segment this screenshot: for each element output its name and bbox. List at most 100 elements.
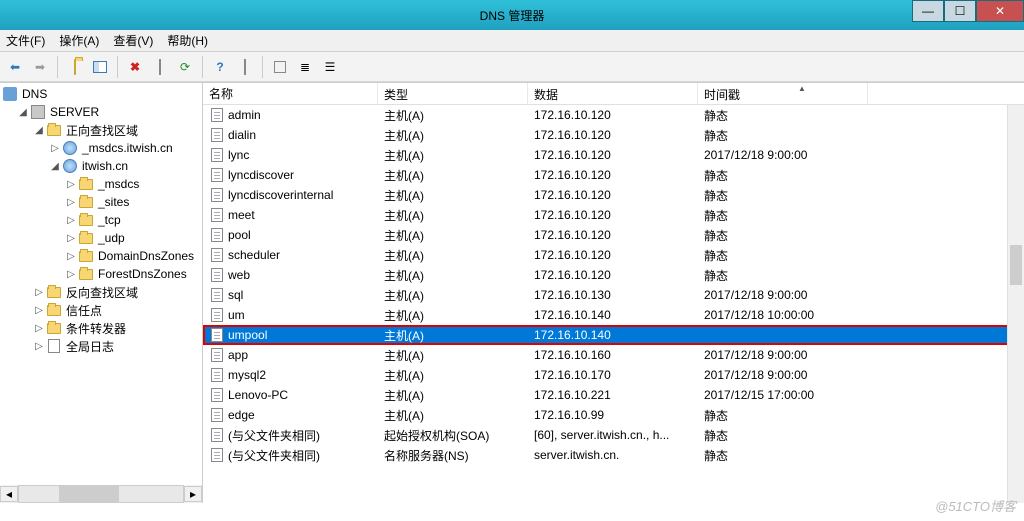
record-row[interactable]: scheduler主机(A)172.16.10.120静态 xyxy=(203,245,1024,265)
show-hide-button[interactable] xyxy=(89,56,111,78)
tree-sub-sites[interactable]: ▷_sites xyxy=(0,193,202,211)
watermark: @51CTO博客 xyxy=(935,496,1016,515)
record-time: 2017/12/18 9:00:00 xyxy=(698,348,868,362)
up-button[interactable] xyxy=(64,56,86,78)
record-data: 172.16.10.130 xyxy=(528,288,698,302)
find-icon xyxy=(244,60,246,74)
record-type: 主机(A) xyxy=(378,207,528,224)
maximize-button[interactable]: ☐ xyxy=(944,0,976,22)
folder-icon xyxy=(79,233,93,244)
tree-domain-zone[interactable]: ◢itwish.cn xyxy=(0,157,202,175)
delete-button[interactable]: ✖ xyxy=(124,56,146,78)
menu-help[interactable]: 帮助(H) xyxy=(167,32,208,49)
tree-sub-udp[interactable]: ▷_udp xyxy=(0,229,202,247)
record-row[interactable]: web主机(A)172.16.10.120静态 xyxy=(203,265,1024,285)
tree-sub-msdcs[interactable]: ▷_msdcs xyxy=(0,175,202,193)
content-area: DNS ◢SERVER ◢正向查找区域 ▷_msdcs.itwish.cn ◢i… xyxy=(0,82,1024,503)
record-row[interactable]: umpool主机(A)172.16.10.140 xyxy=(203,325,1024,345)
record-row[interactable]: sql主机(A)172.16.10.1302017/12/18 9:00:00 xyxy=(203,285,1024,305)
col-data[interactable]: 数据 xyxy=(528,83,698,104)
record-name: pool xyxy=(228,228,251,242)
record-row[interactable]: lyncdiscover主机(A)172.16.10.120静态 xyxy=(203,165,1024,185)
tree-sub-tcp[interactable]: ▷_tcp xyxy=(0,211,202,229)
refresh-button[interactable]: ⟳ xyxy=(174,56,196,78)
tree-server[interactable]: ◢SERVER xyxy=(0,103,202,121)
record-row[interactable]: Lenovo-PC主机(A)172.16.10.2212017/12/15 17… xyxy=(203,385,1024,405)
record-time: 静态 xyxy=(698,247,868,264)
list-vscrollbar[interactable] xyxy=(1007,105,1024,503)
panel-icon xyxy=(93,61,107,73)
record-row[interactable]: lync主机(A)172.16.10.1202017/12/18 9:00:00 xyxy=(203,145,1024,165)
arrow-right-icon: ➡ xyxy=(35,60,45,74)
record-row[interactable]: dialin主机(A)172.16.10.120静态 xyxy=(203,125,1024,145)
tree-sub-domaindns[interactable]: ▷DomainDnsZones xyxy=(0,247,202,265)
close-button[interactable]: ✕ xyxy=(976,0,1024,22)
help-icon: ? xyxy=(216,60,223,74)
tree-sub-forestdns[interactable]: ▷ForestDnsZones xyxy=(0,265,202,283)
tree-conditional-fwd[interactable]: ▷条件转发器 xyxy=(0,319,202,337)
record-name: dialin xyxy=(228,128,256,142)
record-icon xyxy=(209,267,225,283)
record-icon xyxy=(209,287,225,303)
record-name: web xyxy=(228,268,250,282)
tree-msdcs-zone[interactable]: ▷_msdcs.itwish.cn xyxy=(0,139,202,157)
filter-button[interactable] xyxy=(269,56,291,78)
record-row[interactable]: mysql2主机(A)172.16.10.1702017/12/18 9:00:… xyxy=(203,365,1024,385)
tree-reverse-zone[interactable]: ▷反向查找区域 xyxy=(0,283,202,301)
minimize-button[interactable]: — xyxy=(912,0,944,22)
folder-icon xyxy=(79,269,93,280)
refresh-icon: ⟳ xyxy=(180,60,190,74)
record-row[interactable]: pool主机(A)172.16.10.120静态 xyxy=(203,225,1024,245)
title-bar: DNS 管理器 — ☐ ✕ xyxy=(0,0,1024,30)
menu-action[interactable]: 操作(A) xyxy=(59,32,99,49)
record-row[interactable]: (与父文件夹相同)起始授权机构(SOA)[60], server.itwish.… xyxy=(203,425,1024,445)
menu-file[interactable]: 文件(F) xyxy=(6,32,45,49)
record-time: 2017/12/18 9:00:00 xyxy=(698,288,868,302)
arrow-left-icon: ⬅ xyxy=(10,60,20,74)
record-time: 静态 xyxy=(698,427,868,444)
tree-forward-zone[interactable]: ◢正向查找区域 xyxy=(0,121,202,139)
record-row[interactable]: (与父文件夹相同)名称服务器(NS)server.itwish.cn.静态 xyxy=(203,445,1024,465)
col-time[interactable]: 时间戳 xyxy=(698,83,868,104)
window-title: DNS 管理器 xyxy=(480,7,545,24)
record-data: 172.16.10.120 xyxy=(528,208,698,222)
tree-trust-points[interactable]: ▷信任点 xyxy=(0,301,202,319)
record-row[interactable]: um主机(A)172.16.10.1402017/12/18 10:00:00 xyxy=(203,305,1024,325)
record-icon xyxy=(209,167,225,183)
menu-view[interactable]: 查看(V) xyxy=(113,32,153,49)
menu-bar: 文件(F) 操作(A) 查看(V) 帮助(H) xyxy=(0,30,1024,52)
record-row[interactable]: app主机(A)172.16.10.1602017/12/18 9:00:00 xyxy=(203,345,1024,365)
help-button[interactable]: ? xyxy=(209,56,231,78)
list-body[interactable]: admin主机(A)172.16.10.120静态dialin主机(A)172.… xyxy=(203,105,1024,503)
record-icon xyxy=(209,447,225,463)
list-button[interactable]: ≣ xyxy=(294,56,316,78)
record-data: 172.16.10.120 xyxy=(528,108,698,122)
col-name[interactable]: 名称 xyxy=(203,83,378,104)
dns-icon xyxy=(3,87,17,101)
detail-button[interactable]: ☰ xyxy=(319,56,341,78)
tree-global-log[interactable]: ▷全局日志 xyxy=(0,337,202,355)
col-type[interactable]: 类型 xyxy=(378,83,528,104)
record-name: mysql2 xyxy=(228,368,266,382)
record-row[interactable]: admin主机(A)172.16.10.120静态 xyxy=(203,105,1024,125)
tree-hscrollbar[interactable]: ◂ ▸ xyxy=(0,485,202,503)
record-type: 主机(A) xyxy=(378,327,528,344)
record-data: 172.16.10.120 xyxy=(528,268,698,282)
record-time: 静态 xyxy=(698,127,868,144)
record-row[interactable]: lyncdiscoverinternal主机(A)172.16.10.120静态 xyxy=(203,185,1024,205)
record-row[interactable]: meet主机(A)172.16.10.120静态 xyxy=(203,205,1024,225)
record-icon xyxy=(209,367,225,383)
record-time: 静态 xyxy=(698,207,868,224)
tree-dns-root[interactable]: DNS xyxy=(0,85,202,103)
find-button[interactable] xyxy=(234,56,256,78)
record-type: 主机(A) xyxy=(378,167,528,184)
properties-button[interactable] xyxy=(149,56,171,78)
record-name: lyncdiscover xyxy=(228,168,294,182)
record-type: 主机(A) xyxy=(378,127,528,144)
forward-button[interactable]: ➡ xyxy=(29,56,51,78)
record-row[interactable]: edge主机(A)172.16.10.99静态 xyxy=(203,405,1024,425)
tree-panel: DNS ◢SERVER ◢正向查找区域 ▷_msdcs.itwish.cn ◢i… xyxy=(0,83,203,503)
back-button[interactable]: ⬅ xyxy=(4,56,26,78)
zone-icon xyxy=(63,159,77,173)
record-icon xyxy=(209,147,225,163)
